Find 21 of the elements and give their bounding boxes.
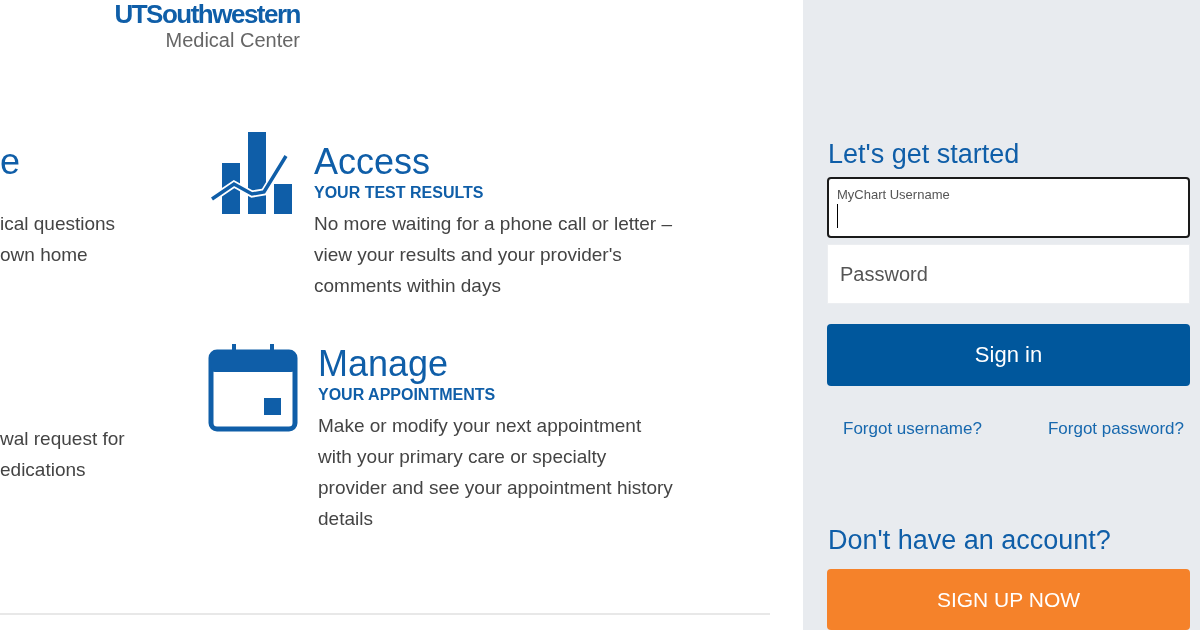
feature-description: wal request for edications <box>0 427 125 482</box>
feature-description: Make or modify your next appointment with your primary care or specialty provider and see your appointment history details <box>318 414 673 531</box>
signup-heading: Don't have an account? <box>828 524 1112 557</box>
username-field[interactable]: MyChart Username <box>827 177 1190 238</box>
feature-description: No more waiting for a phone call or letter – view your results and your provider's comments within days <box>314 212 672 298</box>
logo-subtitle: Medical Center <box>165 28 300 52</box>
feature-title: e <box>0 142 22 182</box>
feature-subtitle: YOUR TEST RESULTS <box>314 183 485 203</box>
login-heading: Let's get started <box>828 138 1021 171</box>
calendar-icon <box>208 344 298 432</box>
link[interactable]: Forgot username? <box>843 419 982 439</box>
feature-title: Access <box>314 142 432 182</box>
feature-title: Manage <box>318 344 450 384</box>
bar-chart-icon <box>210 132 294 214</box>
logo-wordmark: UTSouthwestern <box>114 0 300 28</box>
link[interactable]: Forgot password? <box>1047 419 1184 439</box>
password-field[interactable]: Password <box>827 244 1190 304</box>
sign-up-button[interactable]: SIGN UP NOW <box>827 569 1190 630</box>
feature-subtitle: YOUR APPOINTMENTS <box>318 385 497 405</box>
sign-in-button[interactable]: Sign in <box>827 324 1190 386</box>
feature-description: ical questions own home <box>0 212 116 267</box>
